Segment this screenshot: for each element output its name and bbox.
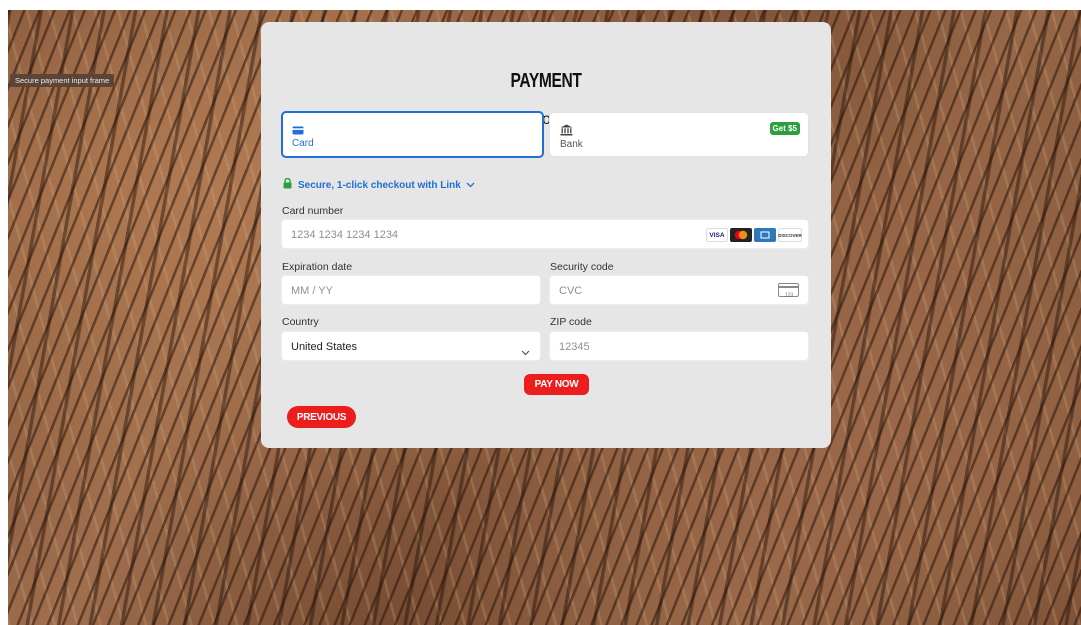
card-number-input[interactable]: 1234 1234 1234 1234 VISA DISCOVER xyxy=(281,219,809,249)
page-title: PAYMENT xyxy=(510,70,582,92)
zip-code-label: ZIP code xyxy=(550,316,592,328)
country-select[interactable]: United States xyxy=(281,331,541,361)
pay-now-button[interactable]: PAY NOW xyxy=(524,374,589,395)
link-checkout-text: Secure, 1-click checkout with Link xyxy=(298,179,461,191)
discover-icon: DISCOVER xyxy=(778,228,802,242)
security-code-placeholder: CVC xyxy=(559,285,583,297)
lock-icon xyxy=(283,177,292,192)
tab-bank[interactable]: Bank Get $5 xyxy=(549,112,809,157)
amex-icon xyxy=(754,228,776,242)
security-code-input[interactable]: CVC 123 xyxy=(549,275,809,305)
bank-promo-badge: Get $5 xyxy=(769,122,800,135)
country-value: United States xyxy=(291,341,358,353)
frame-tooltip: Secure payment input frame xyxy=(10,74,115,87)
link-checkout-toggle[interactable]: Secure, 1-click checkout with Link xyxy=(283,177,475,192)
mastercard-icon xyxy=(730,228,752,242)
previous-button[interactable]: PREVIOUS xyxy=(287,406,356,428)
country-label: Country xyxy=(282,316,319,328)
expiration-date-placeholder: MM / YY xyxy=(291,285,333,297)
tab-card[interactable]: Card xyxy=(281,111,544,158)
expiration-date-input[interactable]: MM / YY xyxy=(281,275,541,305)
tab-bank-label: Bank xyxy=(560,139,583,150)
card-number-placeholder: 1234 1234 1234 1234 xyxy=(291,229,399,241)
tab-card-label: Card xyxy=(292,138,314,149)
visa-icon: VISA xyxy=(706,228,728,242)
zip-code-placeholder: 12345 xyxy=(559,341,590,353)
zip-code-input[interactable]: 12345 xyxy=(549,331,809,361)
chevron-down-icon xyxy=(466,180,475,190)
cvc-icon-text: 123 xyxy=(785,293,794,299)
card-brands: VISA DISCOVER xyxy=(706,228,802,242)
cvc-card-icon: 123 xyxy=(778,283,800,304)
security-code-label: Security code xyxy=(550,261,614,273)
chevron-down-icon xyxy=(521,343,530,361)
expiration-date-label: Expiration date xyxy=(282,261,353,273)
card-number-label: Card number xyxy=(282,205,344,217)
